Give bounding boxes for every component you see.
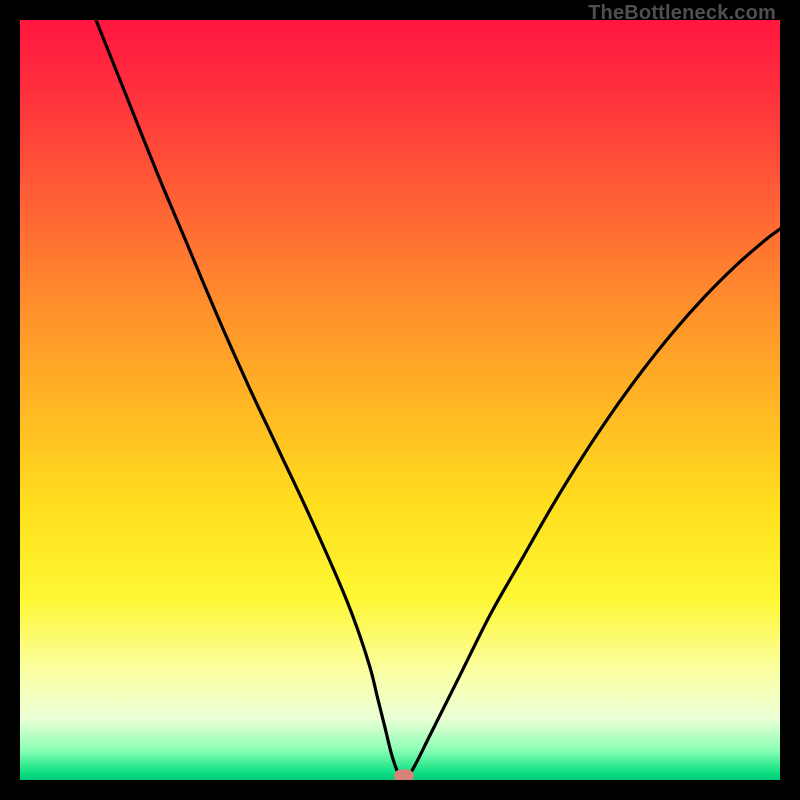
bottleneck-curve <box>20 20 780 780</box>
plot-area <box>20 20 780 780</box>
watermark-text: TheBottleneck.com <box>588 2 776 25</box>
chart-frame: TheBottleneck.com <box>0 0 800 800</box>
optimum-marker <box>394 770 414 780</box>
